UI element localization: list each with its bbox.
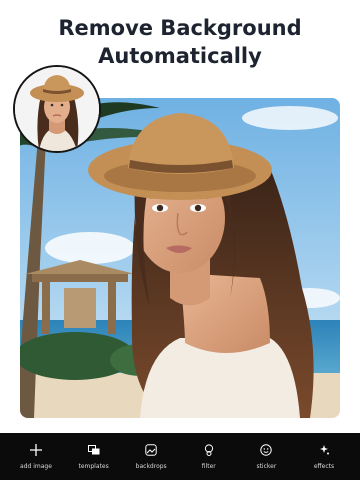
templates-button[interactable]: templates xyxy=(66,433,122,480)
plus-icon xyxy=(29,443,43,457)
backdrops-label: backdrops xyxy=(135,463,167,470)
add-image-label: add image xyxy=(20,463,52,470)
page-title: Remove Background Automatically xyxy=(0,14,360,70)
title-line-1: Remove Background xyxy=(58,16,302,40)
app-screen: Remove Background Automatically add imag… xyxy=(0,0,360,480)
effects-label: effects xyxy=(313,463,335,470)
templates-icon xyxy=(87,443,101,457)
sticker-label: sticker xyxy=(256,463,277,470)
cutout-portrait-image xyxy=(15,67,99,151)
backdrops-button[interactable]: backdrops xyxy=(123,433,179,480)
original-thumbnail[interactable] xyxy=(13,65,101,153)
backdrops-icon xyxy=(144,443,158,457)
effects-icon xyxy=(317,443,331,457)
sticker-button[interactable]: sticker xyxy=(238,433,294,480)
filter-button[interactable]: filter xyxy=(181,433,237,480)
add-image-button[interactable]: add image xyxy=(8,433,64,480)
filter-icon xyxy=(202,443,216,457)
templates-label: templates xyxy=(78,463,109,470)
sticker-icon xyxy=(259,443,273,457)
effects-button[interactable]: effects xyxy=(296,433,352,480)
bottom-toolbar: add image templates backdrops filter sti… xyxy=(0,433,360,480)
filter-label: filter xyxy=(201,463,216,470)
